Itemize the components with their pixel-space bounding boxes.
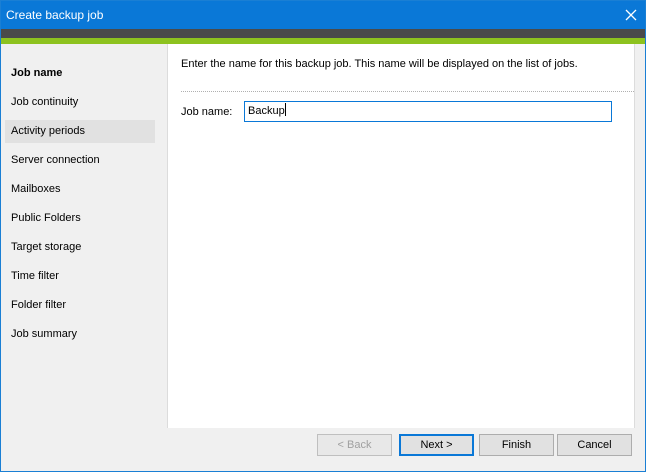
job-name-input[interactable]: Backup [244, 101, 612, 122]
instruction-text: Enter the name for this backup job. This… [181, 58, 578, 70]
cancel-button[interactable]: Cancel [557, 434, 632, 456]
back-button[interactable]: < Back [317, 434, 392, 456]
content-panel: Enter the name for this backup job. This… [167, 44, 635, 428]
sidebar-item-time-filter[interactable]: Time filter [5, 265, 155, 288]
create-backup-job-dialog: Create backup job Job name Job continuit… [0, 0, 646, 472]
sidebar-item-job-continuity[interactable]: Job continuity [5, 91, 155, 114]
job-name-value: Backup [248, 105, 285, 117]
sidebar-item-mailboxes[interactable]: Mailboxes [5, 178, 155, 201]
text-caret [284, 103, 286, 116]
button-bar: < Back Next > Finish Cancel [167, 428, 635, 471]
header-band-dark [1, 29, 645, 38]
sidebar-item-public-folders[interactable]: Public Folders [5, 207, 155, 230]
window-title: Create backup job [6, 8, 104, 22]
wizard-steps-sidebar: Job name Job continuity Activity periods… [1, 44, 167, 471]
title-bar: Create backup job [1, 1, 645, 29]
sidebar-item-job-summary[interactable]: Job summary [5, 323, 155, 346]
sidebar-item-target-storage[interactable]: Target storage [5, 236, 155, 259]
finish-button[interactable]: Finish [479, 434, 554, 456]
job-name-label: Job name: [181, 106, 233, 118]
close-icon [625, 9, 637, 21]
sidebar-item-job-name[interactable]: Job name [5, 62, 155, 85]
sidebar-item-activity-periods[interactable]: Activity periods [5, 120, 155, 143]
sidebar-item-folder-filter[interactable]: Folder filter [5, 294, 155, 317]
dotted-divider [181, 91, 634, 92]
sidebar-item-server-connection[interactable]: Server connection [5, 149, 155, 172]
close-button[interactable] [621, 5, 641, 25]
next-button[interactable]: Next > [399, 434, 474, 456]
